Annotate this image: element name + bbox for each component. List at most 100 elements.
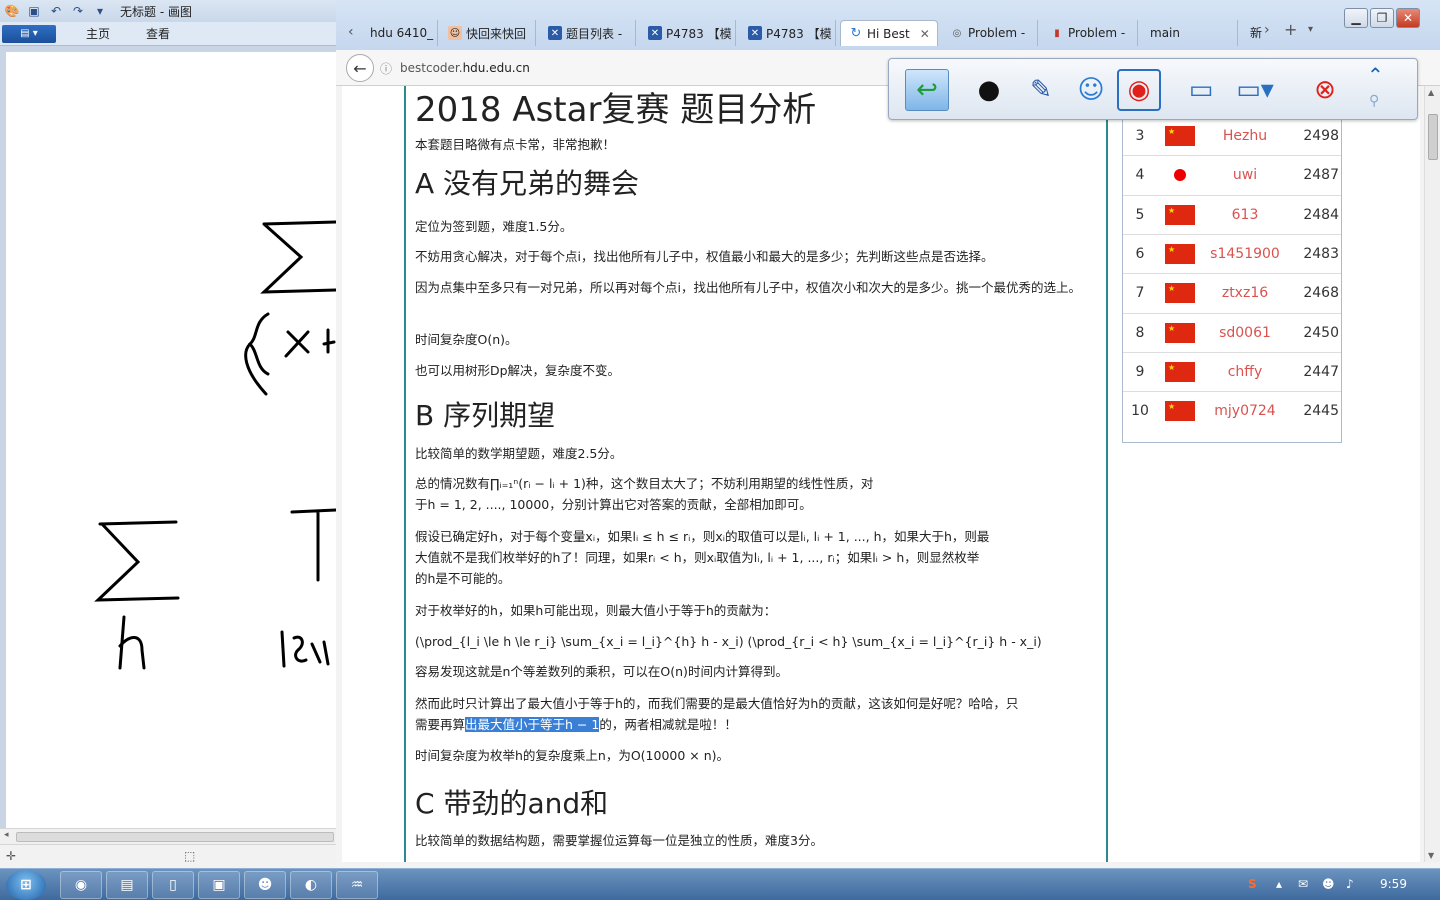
python-icon[interactable]: ♒ (336, 871, 378, 899)
maximize-button[interactable]: ❐ (1370, 8, 1394, 28)
tab-list-dropdown-icon[interactable]: ▾ (1308, 24, 1313, 35)
browser-tabstrip: ‹ hdu 6410_ ☺ 快回来快回 ✕ 题目列表 - ✕ P4783 【模 … (336, 0, 1440, 50)
rank-number: 8 (1135, 324, 1145, 341)
browser-taskbar-icon[interactable]: ◐ (290, 871, 332, 899)
user-name-link[interactable]: sd0061 (1195, 325, 1295, 341)
menu-icon: ▤ ▾ (20, 28, 38, 39)
paint-window: 🎨 ▣ ↶ ↷ ▾ 无标题 - 画图 ▤ ▾ 主页 查看 ◂ ✛ ⬚ (0, 0, 336, 868)
volume-icon[interactable]: ♪ (1346, 877, 1354, 891)
tab-scroll-left-icon[interactable]: ‹ (348, 24, 354, 40)
vertical-scrollbar[interactable]: ▲ ▼ (1424, 86, 1440, 862)
explorer-icon[interactable]: ▤ (106, 871, 148, 899)
tab-label: main (1150, 26, 1180, 40)
user-name-link[interactable]: uwi (1195, 167, 1295, 183)
pen-icon[interactable]: ✎ (1019, 69, 1063, 111)
paint-ribbon: ▤ ▾ 主页 查看 (0, 22, 336, 46)
china-flag-icon (1165, 126, 1195, 146)
problem-icon: ◎ (952, 27, 962, 39)
rating-score: 2483 (1303, 245, 1339, 262)
user-name-link[interactable]: ztxz16 (1195, 285, 1295, 301)
record-icon[interactable]: ◉ (1117, 69, 1161, 111)
minimize-button[interactable]: ▁ (1344, 8, 1368, 28)
paint-taskbar-icon[interactable]: ▣ (198, 871, 240, 899)
mail-icon[interactable]: ✉ (1298, 877, 1308, 891)
recorder-taskbar-icon[interactable]: ☻ (244, 871, 286, 899)
screen-icon[interactable]: ▭ (1179, 69, 1223, 111)
maximize-icon: ❐ (1376, 11, 1388, 25)
user-icon[interactable]: ☺ (1069, 69, 1113, 111)
close-tab-icon[interactable]: ✕ (920, 27, 930, 41)
tab-overflow-icon[interactable]: 新 (1250, 24, 1262, 41)
redo-icon[interactable]: ↷ (70, 3, 86, 19)
paint-app-icon[interactable]: 🎨 (4, 3, 20, 19)
quick-access-dropdown-icon[interactable]: ▾ (92, 3, 108, 19)
stop-icon[interactable]: ⊗ (1303, 69, 1347, 111)
tab-hi-bestcoder[interactable]: ↻ Hi Best ✕ (840, 20, 938, 46)
show-hidden-icons[interactable]: ▴ (1276, 877, 1282, 891)
tab-p4783-a[interactable]: ✕ P4783 【模 (640, 20, 736, 46)
section-a-p4: 时间复杂度O(n)。 (415, 332, 518, 347)
scroll-thumb[interactable] (1428, 114, 1438, 160)
close-button[interactable]: ✕ (1396, 8, 1420, 28)
return-icon[interactable]: ↩ (905, 69, 949, 111)
clock[interactable]: 9:59 (1380, 877, 1407, 891)
pin-icon[interactable]: ⚲ (1369, 93, 1379, 109)
tab-scroll-right-icon[interactable]: › (1264, 22, 1270, 38)
scroll-down-icon[interactable]: ▼ (1428, 851, 1434, 860)
notepad-icon[interactable]: ▯ (152, 871, 194, 899)
user-name-link[interactable]: 613 (1195, 207, 1295, 223)
ribbon-tab-home[interactable]: 主页 (70, 25, 130, 42)
info-icon[interactable]: ⓘ (380, 60, 392, 77)
china-flag-icon (1165, 243, 1195, 264)
bestcoder-icon: ✕ (748, 26, 762, 40)
paint-file-menu-button[interactable]: ▤ ▾ (2, 24, 56, 43)
tab-p4783-b[interactable]: ✕ P4783 【模 (740, 20, 836, 46)
user-name-link[interactable]: mjy0724 (1195, 403, 1295, 419)
selected-text[interactable]: 出最大值小于等于h − 1 (465, 717, 600, 732)
scroll-left-icon[interactable]: ◂ (4, 830, 9, 840)
monitor-dropdown-icon[interactable]: ▭▾ (1233, 69, 1277, 111)
section-a-heading: A 没有兄弟的舞会 (415, 167, 640, 200)
section-b-p6: 容易发现这就是n个等差数列的乘积，可以在O(n)时间内计算得到。 (415, 664, 788, 679)
back-button[interactable]: ← (346, 54, 374, 82)
undo-icon[interactable]: ↶ (48, 3, 64, 19)
tab-main[interactable]: main (1142, 20, 1238, 46)
article: 2018 Astar复赛 题目分析 本套题目略微有点卡常，非常抱歉！ A 没有兄… (404, 86, 1108, 862)
tab-problem-b[interactable]: ▮ Problem - (1042, 20, 1138, 46)
scroll-up-icon[interactable]: ▲ (1428, 88, 1434, 97)
tab-kuaihuilai[interactable]: ☺ 快回来快回 (440, 20, 536, 46)
rank-number: 9 (1135, 363, 1145, 380)
input-method-icon[interactable]: S (1248, 877, 1257, 891)
user-name-link[interactable]: Hezhu (1195, 128, 1295, 144)
collapse-icon[interactable]: ⌃ (1367, 63, 1384, 87)
firefox-icon[interactable]: ◉ (60, 871, 102, 899)
china-flag-icon (1165, 401, 1195, 422)
section-b-p7a: 然而此时只计算出了最大值小于等于h的，而我们需要的是最大值恰好为h的贡献，这该如… (415, 696, 1019, 711)
tab-problem-a[interactable]: ◎ Problem - (942, 20, 1038, 46)
url-field[interactable]: ⓘ bestcoder.hdu.edu.cn (380, 56, 920, 80)
user-name-link[interactable]: s1451900 (1195, 246, 1295, 262)
save-icon[interactable]: ▣ (26, 3, 42, 19)
paint-titlebar: 🎨 ▣ ↶ ↷ ▾ 无标题 - 画图 (0, 0, 336, 22)
tray-app-icon[interactable]: ☻ (1322, 877, 1335, 891)
ranking-row: 7 ztxz16 2468 (1123, 273, 1341, 312)
bestcoder-icon: ✕ (648, 26, 662, 40)
ranking-row: 8 sd0061 2450 (1123, 312, 1341, 352)
cursor-position-icon: ✛ (6, 849, 17, 863)
tab-problem-list[interactable]: ✕ 题目列表 - (540, 20, 636, 46)
camera-icon[interactable]: ● (967, 69, 1011, 111)
paint-scroll-thumb[interactable] (16, 832, 334, 842)
section-b-p5: (\prod_{l_i \le h \le r_i} \sum_{x_i = l… (415, 634, 1042, 649)
tab-hdu[interactable]: hdu 6410_ (362, 20, 438, 46)
paint-horizontal-scrollbar[interactable]: ◂ (0, 828, 336, 844)
ranking-row: 3 Hezhu 2498 (1123, 116, 1341, 155)
ranking-row: 6 s1451900 2483 (1123, 233, 1341, 273)
section-b-p3a: 假设已确定好h，对于每个变量xᵢ，如果lᵢ ≤ h ≤ rᵢ，则xᵢ的取值可以是… (415, 529, 990, 544)
paint-canvas[interactable] (6, 52, 336, 828)
browser-window: ‹ hdu 6410_ ☺ 快回来快回 ✕ 题目列表 - ✕ P4783 【模 … (336, 0, 1440, 868)
ribbon-tab-view[interactable]: 查看 (130, 25, 190, 42)
user-name-link[interactable]: chffy (1195, 364, 1295, 380)
start-button[interactable]: ⊞ (6, 870, 46, 900)
new-tab-icon[interactable]: + (1284, 20, 1297, 39)
tab-label: hdu 6410_ (370, 26, 434, 40)
